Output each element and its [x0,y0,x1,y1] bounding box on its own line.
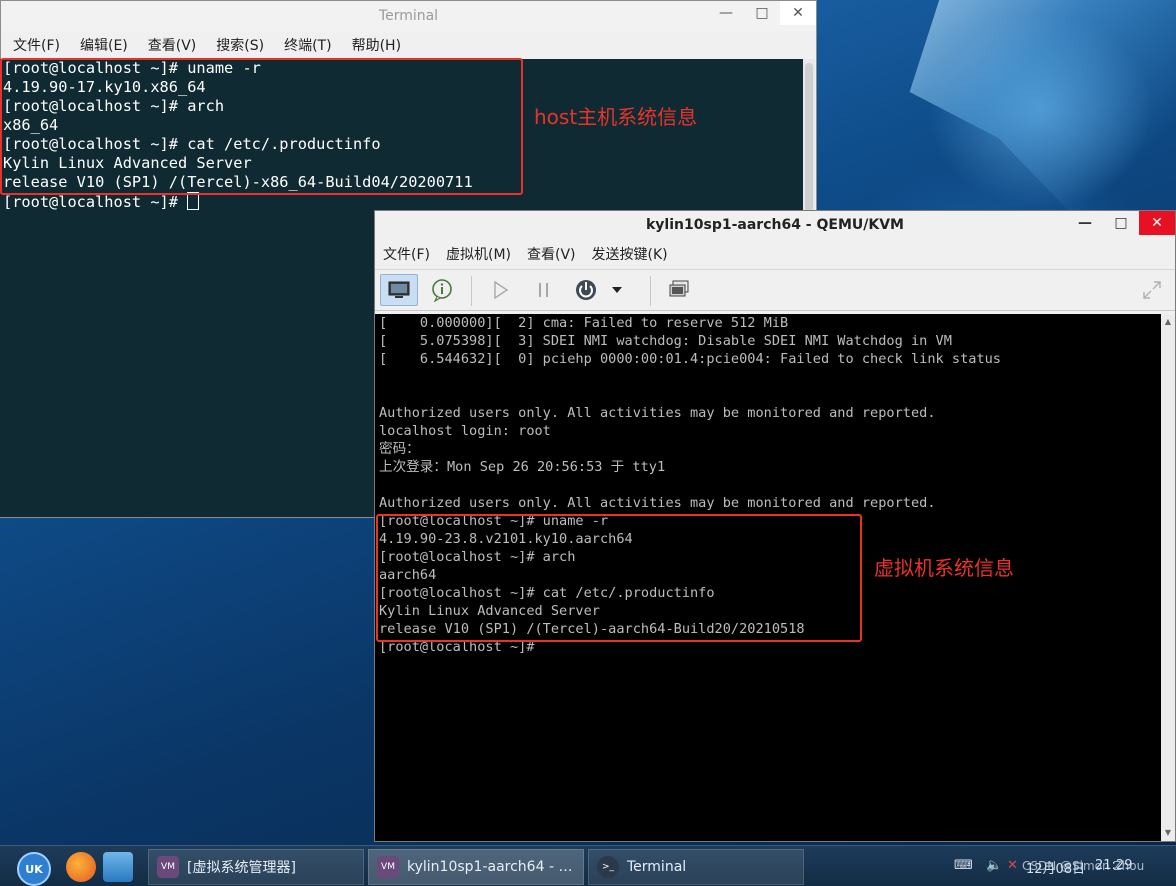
vm-window-controls: — □ ✕ [1067,211,1175,237]
host-info-highlight [0,58,523,195]
vm-info-annotation: 虚拟机系统信息 [874,556,1014,580]
toolbar-separator [650,276,651,306]
dropdown-icon[interactable] [607,274,627,306]
taskbar-item-qemu[interactable]: VM kylin10sp1-aarch64 - … [368,849,584,885]
taskbar-item-terminal[interactable]: >_ Terminal [588,849,804,885]
pause-icon[interactable] [525,274,563,306]
menu-search[interactable]: 搜索(S) [206,35,274,55]
maximize-icon[interactable]: □ [744,1,780,25]
scroll-down-icon[interactable]: ▼ [1163,828,1173,838]
close-icon[interactable]: ✕ [780,1,816,25]
vm-toolbar [375,269,1175,311]
host-info-annotation: host主机系统信息 [534,105,698,129]
minimize-icon[interactable]: — [708,1,744,25]
fullscreen-icon[interactable] [1133,274,1171,306]
console-line: [ 5.075398][ 3] SDEI NMI watchdog: Disab… [379,333,952,349]
file-manager-icon[interactable] [103,852,133,882]
taskbar: UK VM [虚拟系统管理器] VM kylin10sp1-aarch64 - … [0,845,1176,886]
console-line: Authorized users only. All activities ma… [379,495,936,511]
network-error-icon[interactable]: ✕ [1007,858,1018,873]
vm-manager-icon: VM [157,856,179,878]
terminal-window-controls: — □ ✕ [708,1,816,27]
taskbar-item-vm-manager[interactable]: VM [虚拟系统管理器] [148,849,364,885]
menu-view[interactable]: 查看(V) [138,35,207,55]
menu-terminal[interactable]: 终端(T) [274,35,341,55]
console-line: 上次登录：Mon Sep 26 20:56:53 于 tty1 [379,459,666,475]
vm-menu-file[interactable]: 文件(F) [375,244,438,264]
toolbar-separator [471,276,472,306]
snapshot-icon[interactable] [660,274,698,306]
task-label: [虚拟系统管理器] [187,860,296,876]
task-label: kylin10sp1-aarch64 - … [407,859,573,875]
console-line: [ 6.544632][ 0] pciehp 0000:00:01.4:pcie… [379,351,1001,367]
menu-edit[interactable]: 编辑(E) [70,35,138,55]
terminal-icon: >_ [597,856,619,878]
info-icon[interactable] [423,274,461,306]
console-line: [ 0.000000][ 2] cma: Failed to reserve 5… [379,315,789,331]
terminal-menubar: 文件(F) 编辑(E) 查看(V) 搜索(S) 终端(T) 帮助(H) [1,31,816,59]
vm-info-highlight [376,514,862,642]
watermark-text: CSDN @Simon Zhou [1022,859,1145,873]
vm-title: kylin10sp1-aarch64 - QEMU/KVM [646,217,904,233]
menu-help[interactable]: 帮助(H) [342,35,411,55]
console-line: Authorized users only. All activities ma… [379,405,936,421]
console-line: localhost login: root [379,423,551,439]
vm-menubar: 文件(F) 虚拟机(M) 查看(V) 发送按键(K) [375,239,1175,269]
vm-menu-view[interactable]: 查看(V) [519,244,584,264]
terminal-titlebar[interactable]: Terminal — □ ✕ [1,1,816,31]
console-line: 密码： [379,441,420,457]
power-icon[interactable] [567,274,605,306]
task-label: Terminal [627,859,687,875]
start-label: UK [25,862,43,876]
terminal-title: Terminal [378,8,439,24]
play-icon[interactable] [481,274,519,306]
scroll-up-icon[interactable]: ▲ [1163,317,1173,327]
firefox-icon[interactable] [66,852,96,882]
minimize-icon[interactable]: — [1067,211,1103,235]
vm-menu-sendkey[interactable]: 发送按键(K) [584,244,676,264]
maximize-icon[interactable]: □ [1103,211,1139,235]
vm-titlebar[interactable]: kylin10sp1-aarch64 - QEMU/KVM — □ ✕ [375,211,1175,239]
close-icon[interactable]: ✕ [1139,211,1175,235]
vm-manager-icon: VM [377,856,399,878]
monitor-icon[interactable] [380,274,418,306]
start-menu-button[interactable]: UK [17,852,51,886]
menu-file[interactable]: 文件(F) [3,35,70,55]
vm-menu-machine[interactable]: 虚拟机(M) [438,244,519,264]
volume-icon[interactable]: 🔈 [986,858,1002,873]
keyboard-icon[interactable]: ⌨ [954,858,973,873]
vm-scrollbar[interactable]: ▲ ▼ [1161,314,1175,841]
terminal-prompt: [root@localhost ~]# [3,193,188,211]
